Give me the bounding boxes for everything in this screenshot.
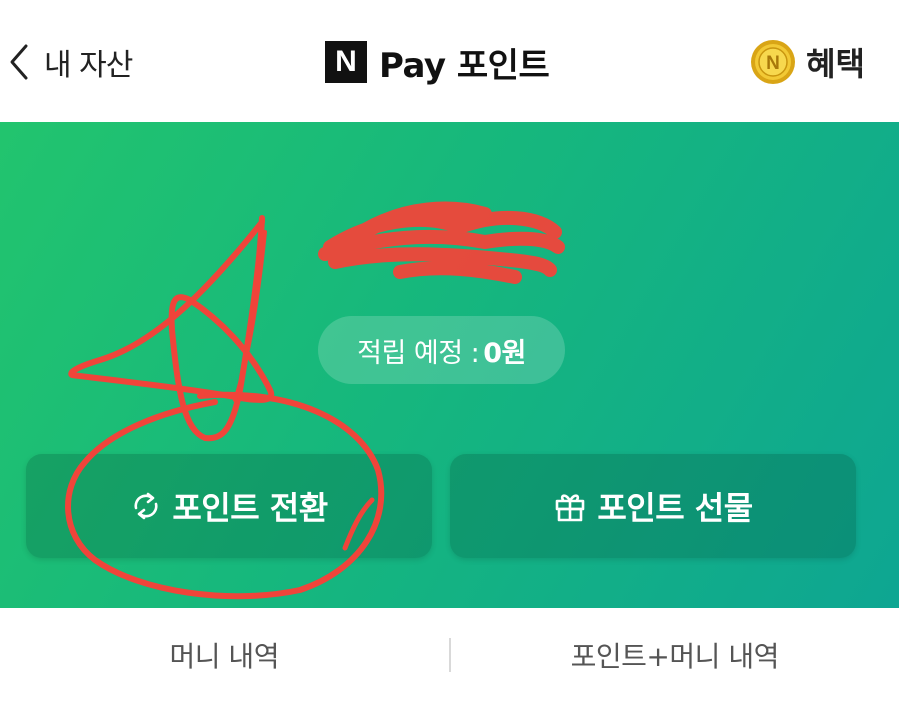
title-text: Pay 포인트 bbox=[379, 45, 550, 86]
point-convert-label: 포인트 전환 bbox=[172, 489, 328, 527]
pending-label: 적립 예정 : bbox=[357, 337, 480, 369]
tab-money-history[interactable]: 머니 내역 bbox=[0, 635, 449, 675]
point-gift-button[interactable]: 포인트 선물 bbox=[450, 454, 856, 558]
svg-text:N: N bbox=[766, 53, 780, 74]
gift-icon bbox=[556, 494, 585, 522]
pending-amount: 0원 bbox=[483, 337, 526, 369]
refresh-icon bbox=[134, 492, 158, 520]
benefit-label: 혜택 bbox=[806, 45, 865, 83]
points-panel: 적립 예정 : 0원 포인트 전환 포인트 선물 bbox=[0, 122, 899, 608]
pending-points-pill: 적립 예정 : 0원 bbox=[318, 316, 565, 384]
tab-point-money-history[interactable]: 포인트+머니 내역 bbox=[451, 635, 899, 675]
benefit-button[interactable]: N 혜택 bbox=[750, 36, 865, 88]
naver-logo-icon: N bbox=[325, 41, 367, 83]
page-title: N Pay 포인트 bbox=[325, 38, 550, 86]
back-button[interactable]: 내 자산 bbox=[8, 38, 133, 86]
app-header: 내 자산 N Pay 포인트 N 혜택 bbox=[0, 0, 899, 122]
point-convert-button[interactable]: 포인트 전환 bbox=[26, 454, 432, 558]
redaction-scribble bbox=[318, 201, 565, 284]
back-label: 내 자산 bbox=[44, 48, 133, 83]
history-tabs: 머니 내역 포인트+머니 내역 bbox=[0, 608, 899, 701]
chevron-left-icon bbox=[10, 44, 28, 80]
coin-icon: N bbox=[751, 40, 796, 84]
point-gift-label: 포인트 선물 bbox=[597, 489, 753, 527]
